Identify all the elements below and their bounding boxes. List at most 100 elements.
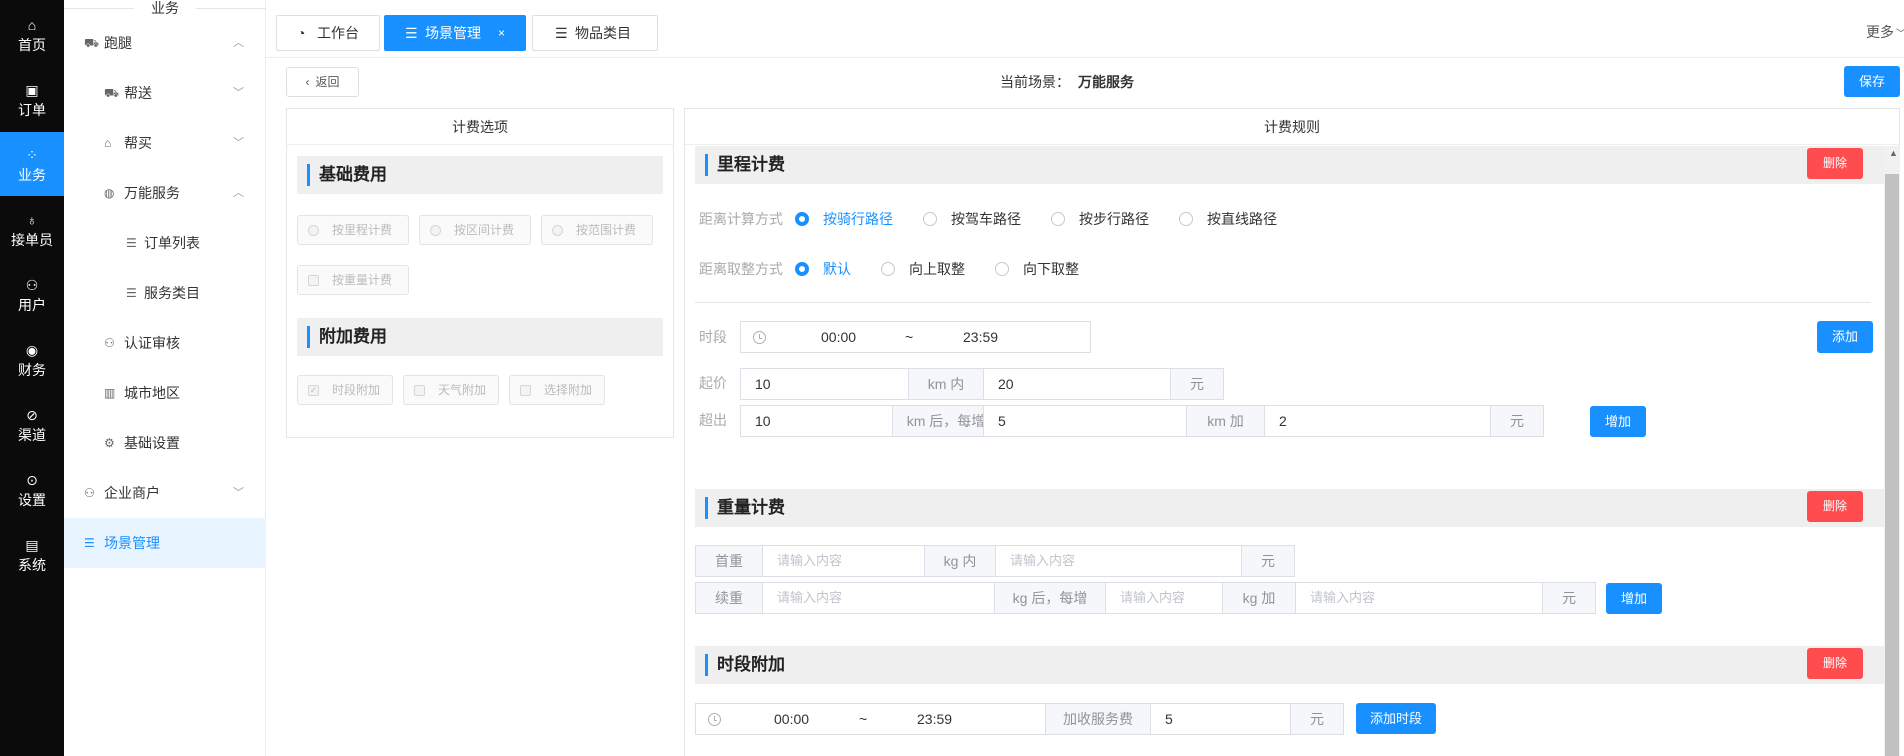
checkbox-weight-billing[interactable]: 按重量计费 — [297, 265, 409, 295]
divider — [196, 8, 266, 9]
section-title: 重量计费 — [717, 498, 785, 517]
sidebar-item-label: 认证审核 — [124, 335, 180, 351]
increase-mileage-button[interactable]: 增加 — [1590, 406, 1646, 437]
rail-item-channel[interactable]: ⊘ 渠道 — [0, 392, 64, 456]
rail-item-orders[interactable]: ▣ 订单 — [0, 67, 64, 131]
rail-item-settings[interactable]: ⊙ 设置 — [0, 457, 64, 521]
current-scene-label: 当前场景： — [1000, 74, 1070, 90]
period-extra-start: 00:00 — [774, 711, 810, 727]
rail-item-users[interactable]: ⚇ 用户 — [0, 262, 64, 326]
radio-straight-path[interactable] — [1179, 212, 1193, 226]
first-weight-input[interactable]: 请输入内容 — [762, 545, 925, 577]
over-price-input[interactable]: 2 — [1264, 405, 1491, 437]
radio-round-up[interactable] — [881, 262, 895, 276]
extra-weight-price-input[interactable]: 请输入内容 — [1295, 582, 1543, 614]
yuan-addon: 元 — [1241, 545, 1295, 577]
radio-round-down[interactable] — [995, 262, 1009, 276]
period-time-range[interactable]: 00:00 ~ 23:59 — [740, 321, 1091, 353]
sidebar-item-verification[interactable]: ⚇ 认证审核 — [64, 318, 266, 368]
over-km-input[interactable]: 10 — [740, 405, 893, 437]
checkbox-box — [520, 385, 531, 396]
rail-item-riders[interactable]: ♁ 接单员 — [0, 197, 64, 261]
radio-area-billing[interactable]: 按范围计费 — [541, 215, 653, 245]
section-title: 里程计费 — [717, 155, 785, 174]
current-scene: 当前场景： 万能服务 — [1000, 72, 1134, 92]
scrollbar-track[interactable]: ▲ — [1884, 146, 1900, 756]
tab-dashboard[interactable]: ◔ 工作台 — [276, 15, 380, 51]
sidebar-item-label: 帮买 — [124, 135, 152, 151]
radio-driving-path[interactable] — [923, 212, 937, 226]
sidebar-item-basic-settings[interactable]: ⚙ 基础设置 — [64, 418, 266, 468]
section-marker — [307, 164, 310, 186]
period-extra-end: 23:59 — [917, 711, 953, 727]
radio-range-billing[interactable]: 按区间计费 — [419, 215, 531, 245]
period-extra-time-range[interactable]: 00:00 ~ 23:59 — [695, 703, 1046, 735]
extra-weight-addon: 续重 — [695, 582, 763, 614]
delete-weight-button[interactable]: 删除 — [1807, 491, 1863, 522]
add-period-button[interactable]: 添加 — [1817, 321, 1873, 353]
surcharge-input[interactable]: 5 — [1150, 703, 1291, 735]
kg-add-addon: kg 加 — [1222, 582, 1296, 614]
checkbox-weather-extra[interactable]: 天气附加 — [403, 375, 499, 405]
tab-scene-management[interactable]: ☰ 场景管理 × — [384, 15, 526, 51]
rail-item-finance[interactable]: ◉ 财务 — [0, 327, 64, 391]
rail-item-business[interactable]: ⁘ 业务 — [0, 132, 64, 196]
start-km-input[interactable]: 10 — [740, 368, 909, 400]
save-button[interactable]: 保存 — [1844, 66, 1900, 97]
sidebar-item-city-region[interactable]: ▥ 城市地区 — [64, 368, 266, 418]
over-step-input[interactable]: 5 — [983, 405, 1187, 437]
delete-period-extra-button[interactable]: 删除 — [1807, 648, 1863, 679]
chevron-down-icon: ﹀ — [233, 137, 244, 149]
section-marker — [705, 497, 708, 519]
radio-cycling-path[interactable] — [795, 212, 809, 226]
checkbox-box — [414, 385, 425, 396]
period-label: 时段 — [699, 329, 727, 345]
back-button[interactable]: ‹ 返回 — [286, 67, 359, 97]
scrollbar-thumb[interactable] — [1885, 174, 1899, 756]
close-icon[interactable]: × — [498, 16, 505, 50]
sidebar-item-merchants[interactable]: ⚇ 企业商户 ﹀ — [64, 468, 266, 518]
rail-item-system[interactable]: ▤ 系统 — [0, 522, 64, 586]
radio-mileage-billing[interactable]: 按里程计费 — [297, 215, 409, 245]
tab-item-category[interactable]: ☰ 物品类目 — [532, 15, 658, 51]
sidebar-item-errand[interactable]: ⛟ 跑腿 ︿ — [64, 18, 266, 68]
option-label: 按重量计费 — [332, 273, 393, 287]
sidebar-item-scene-management[interactable]: ☰ 场景管理 — [64, 518, 266, 568]
more-menu[interactable]: 更多﹀ — [1866, 22, 1904, 42]
add-time-period-button[interactable]: 添加时段 — [1356, 703, 1436, 734]
checkbox-select-extra[interactable]: 选择附加 — [509, 375, 605, 405]
start-price-input[interactable]: 20 — [983, 368, 1171, 400]
rail-item-home[interactable]: ⌂ 首页 — [0, 2, 64, 66]
checkbox-box: ✓ — [308, 385, 319, 396]
extra-weight-input[interactable]: 请输入内容 — [762, 582, 995, 614]
radio-round-default[interactable] — [795, 262, 809, 276]
sidebar-item-universal-service[interactable]: ◍ 万能服务 ︿ — [64, 168, 266, 218]
sidebar-item-service-category[interactable]: ☰ 服务类目 — [64, 268, 266, 318]
extra-weight-step-input[interactable]: 请输入内容 — [1105, 582, 1223, 614]
list-icon: ☰ — [126, 236, 137, 250]
delete-mileage-button[interactable]: 删除 — [1807, 148, 1863, 179]
increase-weight-button[interactable]: 增加 — [1606, 583, 1662, 614]
sidebar-item-order-list[interactable]: ☰ 订单列表 — [64, 218, 266, 268]
scroll-up-icon[interactable]: ▲ — [1889, 148, 1898, 158]
radio-circle — [552, 225, 563, 236]
first-weight-price-input[interactable]: 请输入内容 — [995, 545, 1242, 577]
section-marker — [307, 326, 310, 348]
radio-walking-path[interactable] — [1051, 212, 1065, 226]
section-title: 基础费用 — [319, 165, 387, 184]
tab-bar: ◔ 工作台 ☰ 场景管理 × ☰ 物品类目 更多﹀ — [266, 0, 1904, 58]
section-marker — [705, 154, 708, 176]
checkbox-period-extra[interactable]: ✓ 时段附加 — [297, 375, 393, 405]
sidebar-item-buy[interactable]: ⌂ 帮买 ﹀ — [64, 118, 266, 168]
rail-label: 用户 — [18, 297, 46, 313]
sidebar-item-deliver[interactable]: ⛟ 帮送 ﹀ — [64, 68, 266, 118]
radio-label: 按直线路径 — [1207, 211, 1277, 227]
list-icon: ☰ — [405, 25, 418, 41]
chevron-up-icon: ︿ — [233, 187, 244, 199]
section-header-mileage: 里程计费 — [695, 146, 1885, 184]
section-header-period-extra: 时段附加 — [695, 646, 1885, 684]
more-label: 更多 — [1866, 24, 1894, 40]
home-icon: ⌂ — [27, 17, 37, 33]
km-add-addon: km 加 — [1186, 405, 1265, 437]
sidebar-item-label: 企业商户 — [104, 485, 160, 501]
